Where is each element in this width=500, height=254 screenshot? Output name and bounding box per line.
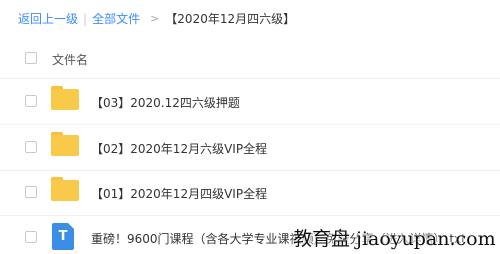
- all-files-link[interactable]: 全部文件: [92, 12, 140, 26]
- file-row[interactable]: 【02】2020年12月六级VIP全程: [0, 125, 500, 171]
- row-checkbox[interactable]: [25, 141, 37, 153]
- row-checkbox[interactable]: [25, 231, 37, 243]
- file-row[interactable]: 【01】2020年12月四级VIP全程: [0, 170, 500, 216]
- file-name[interactable]: 【03】2020.12四六级押题: [91, 94, 240, 111]
- filename-column-header[interactable]: 文件名: [52, 51, 88, 68]
- breadcrumb-separator: |: [83, 12, 88, 26]
- folder-icon: [51, 177, 79, 201]
- file-name[interactable]: 【01】2020年12月四级VIP全程: [91, 185, 267, 202]
- current-folder: 【2020年12月四六级】: [165, 12, 296, 26]
- file-row[interactable]: 【03】2020.12四六级押题: [0, 79, 500, 125]
- file-browser: 返回上一级 | 全部文件 > 【2020年12月四六级】 文件名 【03】202…: [0, 0, 500, 254]
- breadcrumb-arrow-icon: >: [150, 12, 160, 25]
- folder-icon: [51, 86, 79, 110]
- file-name[interactable]: 【02】2020年12月六级VIP全程: [91, 140, 267, 157]
- list-header: 文件名: [0, 38, 500, 79]
- row-checkbox[interactable]: [25, 95, 37, 107]
- breadcrumb: 返回上一级 | 全部文件 > 【2020年12月四六级】: [18, 12, 295, 26]
- text-file-icon: T: [52, 223, 74, 250]
- back-link[interactable]: 返回上一级: [18, 12, 78, 26]
- watermark: 教育盘 jiaoyupan.com: [293, 228, 496, 250]
- select-all-checkbox[interactable]: [25, 52, 37, 64]
- row-checkbox[interactable]: [25, 186, 37, 198]
- folder-icon: [51, 132, 79, 156]
